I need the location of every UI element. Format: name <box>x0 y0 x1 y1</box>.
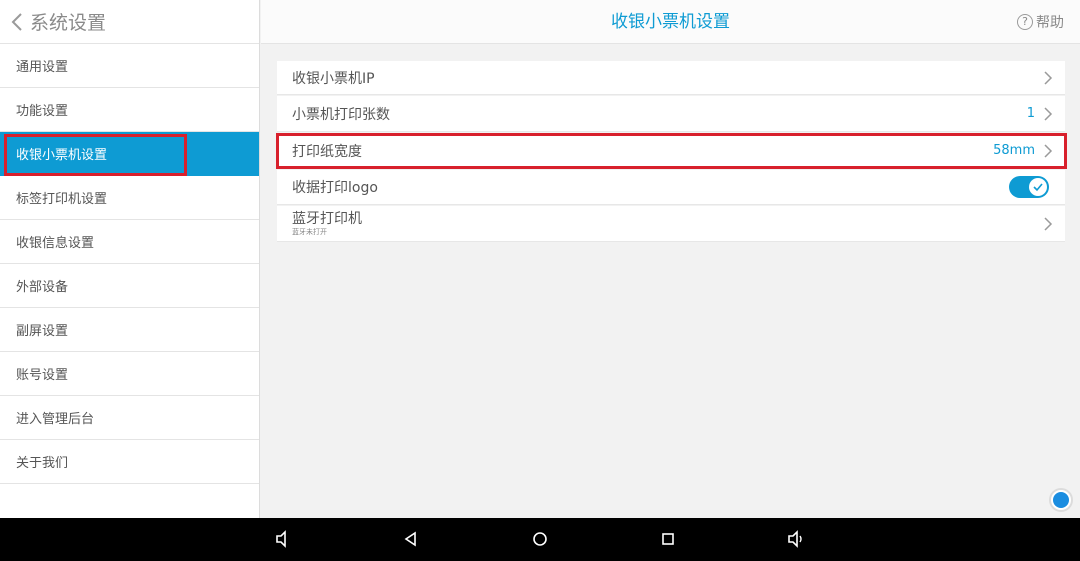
chevron-right-icon <box>1044 216 1053 231</box>
sidebar-item-label: 功能设置 <box>16 104 69 119</box>
help-label: 帮助 <box>1036 15 1064 31</box>
print-copies-label: 小票机打印张数 <box>292 106 390 123</box>
floating-assist-button[interactable] <box>1049 488 1073 512</box>
sidebar-item-functions[interactable]: 功能设置 <box>0 88 259 132</box>
printer-ip-row[interactable]: 收银小票机IP <box>277 61 1065 95</box>
sidebar-item-label: 标签打印机设置 <box>16 192 108 207</box>
sidebar-item-label: 账号设置 <box>16 368 69 383</box>
sidebar-item-label-printer[interactable]: 标签打印机设置 <box>0 176 259 220</box>
help-button[interactable]: ? 帮助 <box>1017 12 1064 32</box>
print-logo-row: 收据打印logo <box>277 170 1065 205</box>
sidebar-item-label: 外部设备 <box>16 280 69 295</box>
print-copies-value: 1 <box>1026 106 1035 121</box>
print-logo-label: 收据打印logo <box>292 180 378 196</box>
page-title: 收银小票机设置 <box>611 12 730 32</box>
sidebar-title: 系统设置 <box>30 12 107 34</box>
volume-up-icon[interactable] <box>786 529 806 549</box>
sidebar-item-label: 收银信息设置 <box>16 236 95 251</box>
header: 收银小票机设置 ? 帮助 <box>261 0 1080 44</box>
sidebar-item-secondary-screen[interactable]: 副屏设置 <box>0 308 259 352</box>
sidebar-item-label: 关于我们 <box>16 456 69 471</box>
back-button[interactable]: 系统设置 <box>0 0 259 44</box>
back-triangle-icon[interactable] <box>401 529 421 549</box>
sidebar-menu: 通用设置 功能设置 收银小票机设置 标签打印机设置 收银信息设置 外部设备 副屏… <box>0 44 259 484</box>
sidebar-item-external-devices[interactable]: 外部设备 <box>0 264 259 308</box>
paper-width-label: 打印纸宽度 <box>292 143 362 160</box>
sidebar-item-receipt-printer[interactable]: 收银小票机设置 <box>0 132 259 176</box>
system-navigation-bar <box>0 518 1080 561</box>
chevron-right-icon <box>1044 70 1053 85</box>
chevron-right-icon <box>1044 143 1053 158</box>
sidebar-item-label: 进入管理后台 <box>16 412 95 427</box>
help-icon: ? <box>1017 14 1033 30</box>
check-icon <box>1033 183 1043 192</box>
sidebar-item-about[interactable]: 关于我们 <box>0 440 259 484</box>
print-copies-row[interactable]: 小票机打印张数 1 <box>277 96 1065 132</box>
printer-ip-label: 收银小票机IP <box>292 70 375 87</box>
home-circle-icon[interactable] <box>530 529 550 549</box>
settings-panel: 收银小票机IP 小票机打印张数 1 打印纸宽度 58mm 收据打印logo 蓝牙… <box>261 45 1080 518</box>
sidebar-item-general[interactable]: 通用设置 <box>0 44 259 88</box>
paper-width-value: 58mm <box>993 143 1035 158</box>
back-chevron-icon <box>11 12 22 31</box>
bluetooth-printer-label: 蓝牙打印机 <box>292 210 362 227</box>
sidebar-item-account[interactable]: 账号设置 <box>0 352 259 396</box>
paper-width-row[interactable]: 打印纸宽度 58mm <box>277 133 1065 169</box>
bluetooth-status: 蓝牙未打开 <box>292 227 327 236</box>
bluetooth-labels: 蓝牙打印机 蓝牙未打开 <box>277 211 1043 237</box>
print-logo-toggle[interactable] <box>1009 176 1049 198</box>
recents-square-icon[interactable] <box>658 529 678 549</box>
sidebar-item-label: 副屏设置 <box>16 324 69 339</box>
sidebar-item-checkout-info[interactable]: 收银信息设置 <box>0 220 259 264</box>
sidebar: 系统设置 通用设置 功能设置 收银小票机设置 标签打印机设置 收银信息设置 外部… <box>0 0 260 518</box>
bluetooth-printer-row[interactable]: 蓝牙打印机 蓝牙未打开 <box>277 206 1065 242</box>
floating-assist-icon <box>1053 492 1069 508</box>
sidebar-item-label: 收银小票机设置 <box>16 148 108 163</box>
chevron-right-icon <box>1044 106 1053 121</box>
volume-down-icon[interactable] <box>273 529 293 549</box>
toggle-knob <box>1029 178 1047 196</box>
sidebar-item-admin-backend[interactable]: 进入管理后台 <box>0 396 259 440</box>
sidebar-item-label: 通用设置 <box>16 60 69 75</box>
